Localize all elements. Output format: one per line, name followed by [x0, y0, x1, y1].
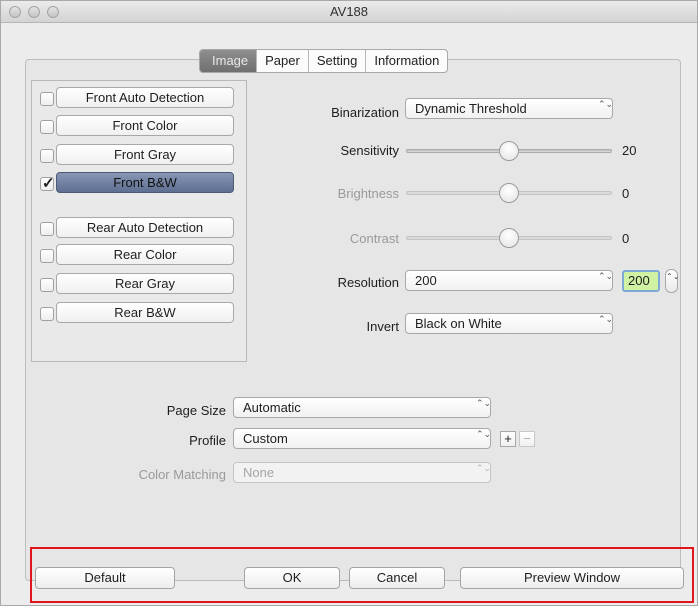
popup-arrows-icon: ⌃⌄ — [598, 99, 614, 109]
brightness-slider-knob[interactable] — [499, 183, 519, 203]
remove-profile-button[interactable]: − — [519, 431, 535, 447]
tab-image[interactable]: Image — [200, 50, 257, 72]
add-profile-button[interactable]: + — [500, 431, 516, 447]
rear-color-checkbox[interactable] — [40, 249, 54, 263]
front-color-checkbox[interactable] — [40, 120, 54, 134]
invert-value: Black on White — [415, 316, 502, 331]
checkmark-icon: ✓ — [42, 175, 55, 192]
front-bw-checkbox[interactable]: ✓ — [40, 175, 55, 192]
brightness-label: Brightness — [337, 186, 399, 201]
image-type-row-rear-bw — [40, 303, 54, 325]
page-size-popup[interactable]: Automatic ⌃⌄ — [233, 397, 491, 418]
image-type-row-front-gray — [40, 145, 54, 167]
rear-color-button[interactable]: Rear Color — [56, 244, 234, 265]
contrast-slider-knob[interactable] — [499, 228, 519, 248]
image-type-row-front-bw: ✓ — [40, 173, 55, 195]
page-size-value: Automatic — [243, 400, 301, 415]
front-color-button[interactable]: Front Color — [56, 115, 234, 136]
rear-bw-button[interactable]: Rear B&W — [56, 302, 234, 323]
contrast-label: Contrast — [349, 231, 399, 246]
resolution-value: 200 — [415, 273, 437, 288]
image-type-row-front-color — [40, 116, 54, 138]
color-matching-popup[interactable]: None ⌃⌄ — [233, 462, 491, 483]
brightness-value: 0 — [622, 186, 630, 201]
popup-arrows-icon: ⌃⌄ — [476, 398, 492, 408]
popup-arrows-icon: ⌃⌄ — [476, 463, 492, 473]
title-bar: AV188 — [1, 1, 697, 23]
resolution-label: Resolution — [337, 275, 399, 290]
front-bw-button[interactable]: Front B&W — [56, 172, 234, 193]
sensitivity-slider-knob[interactable] — [499, 141, 519, 161]
popup-arrows-icon: ⌃⌄ — [476, 429, 492, 439]
rear-auto-detection-checkbox[interactable] — [40, 222, 54, 236]
invert-label: Invert — [366, 319, 399, 334]
resolution-field[interactable]: 200 — [622, 270, 660, 292]
resolution-popup[interactable]: 200 ⌃⌄ — [405, 270, 613, 291]
tab-paper[interactable]: Paper — [256, 50, 308, 72]
rear-bw-checkbox[interactable] — [40, 307, 54, 321]
color-matching-label: Color Matching — [138, 467, 226, 482]
profile-value: Custom — [243, 431, 288, 446]
sensitivity-label: Sensitivity — [340, 143, 399, 158]
page-size-label: Page Size — [166, 403, 226, 418]
color-matching-value: None — [243, 465, 275, 480]
sensitivity-value: 20 — [622, 143, 637, 158]
tab-bar: Image Paper Setting Information — [199, 49, 449, 73]
button-highlight-box — [30, 547, 694, 603]
binarization-popup[interactable]: Dynamic Threshold ⌃⌄ — [405, 98, 613, 119]
image-type-row-rear-gray — [40, 274, 54, 296]
image-type-panel: Front Auto Detection Front Color Front G… — [31, 80, 247, 362]
image-type-row-front-auto — [40, 88, 54, 110]
front-auto-detection-checkbox[interactable] — [40, 92, 54, 106]
window-title: AV188 — [329, 4, 369, 19]
rear-gray-button[interactable]: Rear Gray — [56, 273, 234, 294]
front-gray-button[interactable]: Front Gray — [56, 144, 234, 165]
tab-information[interactable]: Information — [365, 50, 447, 72]
image-type-row-rear-auto — [40, 218, 54, 240]
profile-popup[interactable]: Custom ⌃⌄ — [233, 428, 491, 449]
profile-label: Profile — [189, 433, 226, 448]
binarization-label: Binarization — [331, 105, 399, 120]
popup-arrows-icon: ⌃⌄ — [598, 271, 614, 281]
rear-gray-checkbox[interactable] — [40, 278, 54, 292]
front-gray-checkbox[interactable] — [40, 149, 54, 163]
front-auto-detection-button[interactable]: Front Auto Detection — [56, 87, 234, 108]
scanner-dialog-window: AV188 Image Paper Setting Information Fr… — [0, 0, 698, 606]
image-type-row-rear-color — [40, 245, 54, 267]
rear-auto-detection-button[interactable]: Rear Auto Detection — [56, 217, 234, 238]
invert-popup[interactable]: Black on White ⌃⌄ — [405, 313, 613, 334]
popup-arrows-icon: ⌃⌄ — [598, 314, 614, 324]
binarization-value: Dynamic Threshold — [415, 101, 527, 116]
resolution-stepper[interactable]: ⌃⌄ — [665, 269, 679, 293]
tab-setting[interactable]: Setting — [307, 50, 365, 72]
contrast-value: 0 — [622, 231, 630, 246]
